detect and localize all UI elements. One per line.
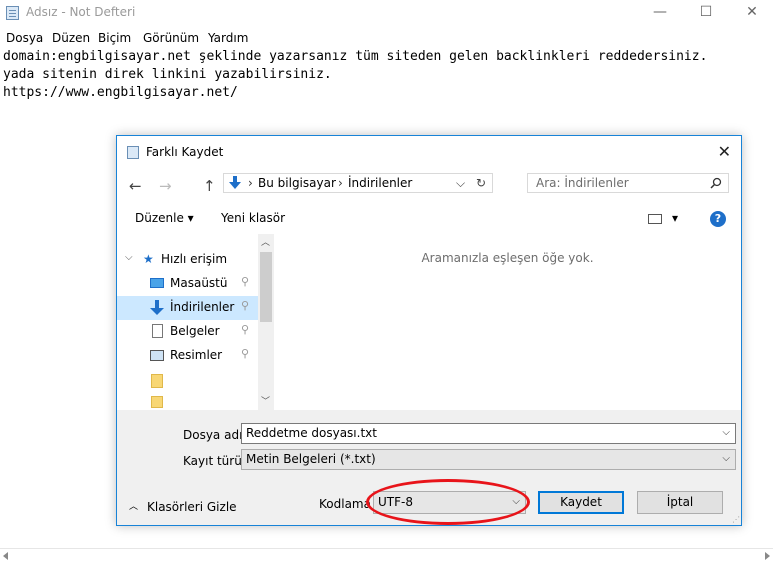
highlight-circle [366,479,530,525]
navigation-pane: ⌵ ★ Hızlı erişim Masaüstü ⚲ İndirilenler… [117,234,274,410]
address-bar[interactable]: › Bu bilgisayar › İndirilenler ⌵ ↻ [223,173,493,193]
menu-duzen[interactable]: Düzen [52,31,90,45]
horizontal-scrollbar[interactable] [0,548,773,565]
chevron-down-icon[interactable]: ⌵ [125,252,133,263]
new-folder-button[interactable]: Yeni klasör [221,211,285,225]
sidebar-item-desktop[interactable]: Masaüstü ⚲ [117,272,258,296]
menu-bicim[interactable]: Biçim [98,31,131,45]
close-button[interactable]: ✕ [729,0,773,26]
breadcrumb-sep: › [248,176,253,190]
download-folder-icon [229,176,241,189]
chevron-down-icon[interactable]: ⌵ [722,427,730,438]
navigation-row: ← → ↑ › Bu bilgisayar › İndirilenler ⌵ ↻… [117,168,741,204]
address-dropdown-icon[interactable]: ⌵ [456,176,465,191]
pin-icon: ⚲ [241,299,250,312]
help-icon[interactable]: ? [710,211,726,227]
sidebar-item-label: Hızlı erişim [161,252,228,266]
forward-icon[interactable]: → [159,177,172,195]
file-list-pane[interactable]: Aramanızla eşleşen öğe yok. [274,234,741,410]
sidebar-item-pictures[interactable]: Resimler ⚲ [117,344,258,368]
up-icon[interactable]: ↑ [203,177,216,195]
menu-yardim[interactable]: Yardım [208,31,248,45]
sidebar-item-label: İndirilenler [170,300,235,314]
title-bar: Adsız - Not Defteri — ☐ ✕ [0,0,773,26]
pin-icon: ⚲ [241,323,250,336]
save-button[interactable]: Kaydet [538,491,624,514]
scroll-right-icon[interactable] [765,552,770,560]
filename-input[interactable]: Reddetme dosyası.txt ⌵ [241,423,736,444]
filename-value: Reddetme dosyası.txt [246,426,377,440]
scroll-up-icon[interactable]: ︿ [261,235,270,248]
folder-icon[interactable] [151,396,163,408]
view-dropdown-icon[interactable]: ▾ [672,211,678,225]
folder-icon[interactable] [151,374,163,388]
filetype-value: Metin Belgeleri (*.txt) [246,452,376,466]
pin-icon: ⚲ [241,275,250,288]
star-icon: ★ [143,252,154,266]
nav-pane-scrollbar[interactable]: ︿ ﹀ [258,234,274,410]
chevron-up-icon[interactable]: ︿ [129,499,138,512]
back-icon[interactable]: ← [129,177,142,195]
editor-line: yada sitenin direk linkini yazabilirsini… [3,67,332,82]
menu-gorunum[interactable]: Görünüm [143,31,199,45]
scroll-down-icon[interactable]: ﹀ [261,394,270,407]
hide-folders-button[interactable]: Klasörleri Gizle [147,500,237,514]
resize-grip-icon[interactable]: ⋰ [732,515,740,524]
document-icon [152,324,163,338]
cancel-button[interactable]: İptal [637,491,723,514]
sidebar-item-documents[interactable]: Belgeler ⚲ [117,320,258,344]
sidebar-item-downloads[interactable]: İndirilenler ⚲ [117,296,258,320]
dialog-title-bar: Farklı Kaydet ✕ [117,136,741,168]
dialog-toolbar: Düzenle ▾ Yeni klasör ▾ ? [117,204,741,234]
dialog-title: Farklı Kaydet [146,145,224,159]
picture-icon [150,350,164,361]
organize-button[interactable]: Düzenle ▾ [135,211,194,225]
desktop-icon [150,278,164,288]
scroll-left-icon[interactable] [3,552,8,560]
notepad-icon [6,6,19,20]
save-as-dialog: Farklı Kaydet ✕ ← → ↑ › Bu bilgisayar › … [116,135,742,526]
download-icon [150,300,164,315]
minimize-button[interactable]: — [637,0,683,26]
chevron-down-icon: ⌵ [722,453,730,464]
empty-message: Aramanızla eşleşen öğe yok. [421,251,594,265]
window-title: Adsız - Not Defteri [26,5,136,19]
sidebar-item-label: Resimler [170,348,223,362]
pin-icon: ⚲ [241,347,250,360]
notepad-icon [127,146,139,159]
view-options-icon[interactable] [648,214,662,224]
scroll-thumb[interactable] [260,252,272,322]
dialog-close-button[interactable]: ✕ [718,142,731,161]
search-placeholder: Ara: İndirilenler [536,176,629,190]
editor-line: domain:engbilgisayar.net şeklinde yazars… [3,49,708,64]
filename-label: Dosya adı: [183,428,247,442]
refresh-icon[interactable]: ↻ [476,176,486,190]
menu-dosya[interactable]: Dosya [6,31,43,45]
filetype-label: Kayıt türü: [183,454,246,468]
sidebar-item-quick-access[interactable]: ⌵ ★ Hızlı erişim [117,248,258,272]
breadcrumb-bu-bilgisayar[interactable]: Bu bilgisayar [258,176,336,190]
menu-bar: Dosya Düzen Biçim Görünüm Yardım [0,28,773,48]
encoding-label: Kodlama [319,497,371,511]
filetype-select[interactable]: Metin Belgeleri (*.txt) ⌵ [241,449,736,470]
sidebar-item-label: Belgeler [170,324,220,338]
breadcrumb-indirilenler[interactable]: İndirilenler [348,176,412,190]
search-input[interactable]: Ara: İndirilenler [527,173,729,193]
editor-line: https://www.engbilgisayar.net/ [3,85,238,100]
breadcrumb-sep: › [338,176,343,190]
search-icon [710,177,722,189]
sidebar-item-label: Masaüstü [170,276,228,290]
maximize-button[interactable]: ☐ [683,0,729,26]
